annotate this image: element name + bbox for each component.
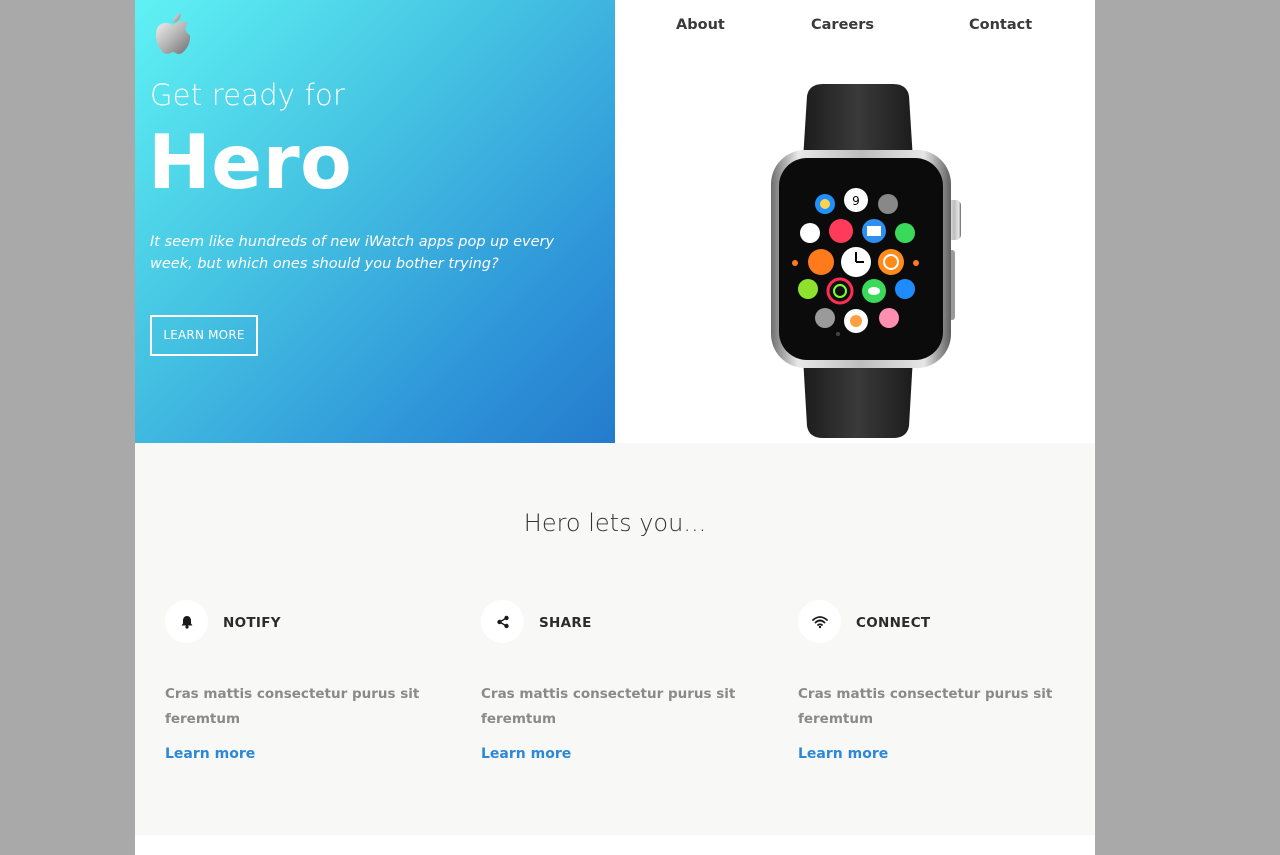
wifi-icon: [811, 615, 828, 628]
feature-icon-badge: [798, 600, 841, 643]
feature-share: SHARE Cras mattis consectetur purus sit …: [481, 600, 771, 800]
feature-learn-more-link[interactable]: Learn more: [165, 746, 255, 762]
nav-about-link[interactable]: About: [676, 17, 725, 33]
feature-learn-more-link[interactable]: Learn more: [481, 746, 571, 762]
hero-title: Hero: [148, 118, 353, 206]
features-section: Hero lets you... NOTIFY Cras mattis cons…: [135, 443, 1095, 835]
share-icon: [496, 615, 509, 628]
feature-icon-badge: [165, 600, 208, 643]
feature-title: SHARE: [539, 615, 592, 631]
feature-description: Cras mattis consectetur purus sit feremt…: [481, 686, 736, 727]
bell-icon: [181, 615, 192, 629]
page-container: Get ready for Hero It seem like hundreds…: [135, 0, 1095, 855]
hero-image-panel: About Careers Contact 9: [615, 0, 1095, 443]
hero-gradient-panel: Get ready for Hero It seem like hundreds…: [135, 0, 615, 443]
feature-title: NOTIFY: [223, 615, 281, 631]
apple-logo-icon[interactable]: [153, 11, 193, 57]
features-heading: Hero lets you...: [523, 509, 707, 537]
feature-description: Cras mattis consectetur purus sit feremt…: [165, 686, 420, 727]
footer-strip: [135, 835, 1095, 855]
smartwatch-image: 9: [771, 84, 961, 438]
hero-description: It seem like hundreds of new iWatch apps…: [150, 234, 555, 272]
nav-careers-link[interactable]: Careers: [811, 17, 874, 33]
learn-more-button[interactable]: LEARN MORE: [150, 315, 258, 356]
feature-connect: CONNECT Cras mattis consectetur purus si…: [798, 600, 1088, 800]
feature-learn-more-link[interactable]: Learn more: [798, 746, 888, 762]
feature-title: CONNECT: [856, 615, 931, 631]
nav-contact-link[interactable]: Contact: [969, 17, 1032, 33]
hero-pre-title: Get ready for: [150, 78, 346, 112]
feature-icon-badge: [481, 600, 524, 643]
feature-notify: NOTIFY Cras mattis consectetur purus sit…: [165, 600, 455, 800]
feature-description: Cras mattis consectetur purus sit feremt…: [798, 686, 1053, 727]
hero-section: Get ready for Hero It seem like hundreds…: [135, 0, 1095, 443]
watch-time-label: 9: [852, 194, 860, 208]
